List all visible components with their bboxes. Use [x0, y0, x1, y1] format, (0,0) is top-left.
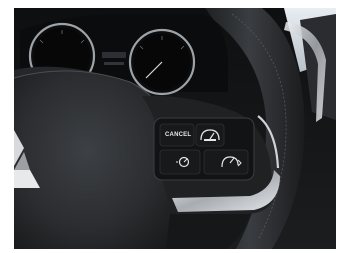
cancel-button-label: CANCEL [165, 132, 192, 138]
steering-wheel-photo [0, 0, 341, 253]
cruise-set-button[interactable] [159, 149, 201, 175]
cruise-resume-button[interactable] [203, 149, 249, 175]
cruise-speed-button[interactable] [195, 123, 225, 147]
